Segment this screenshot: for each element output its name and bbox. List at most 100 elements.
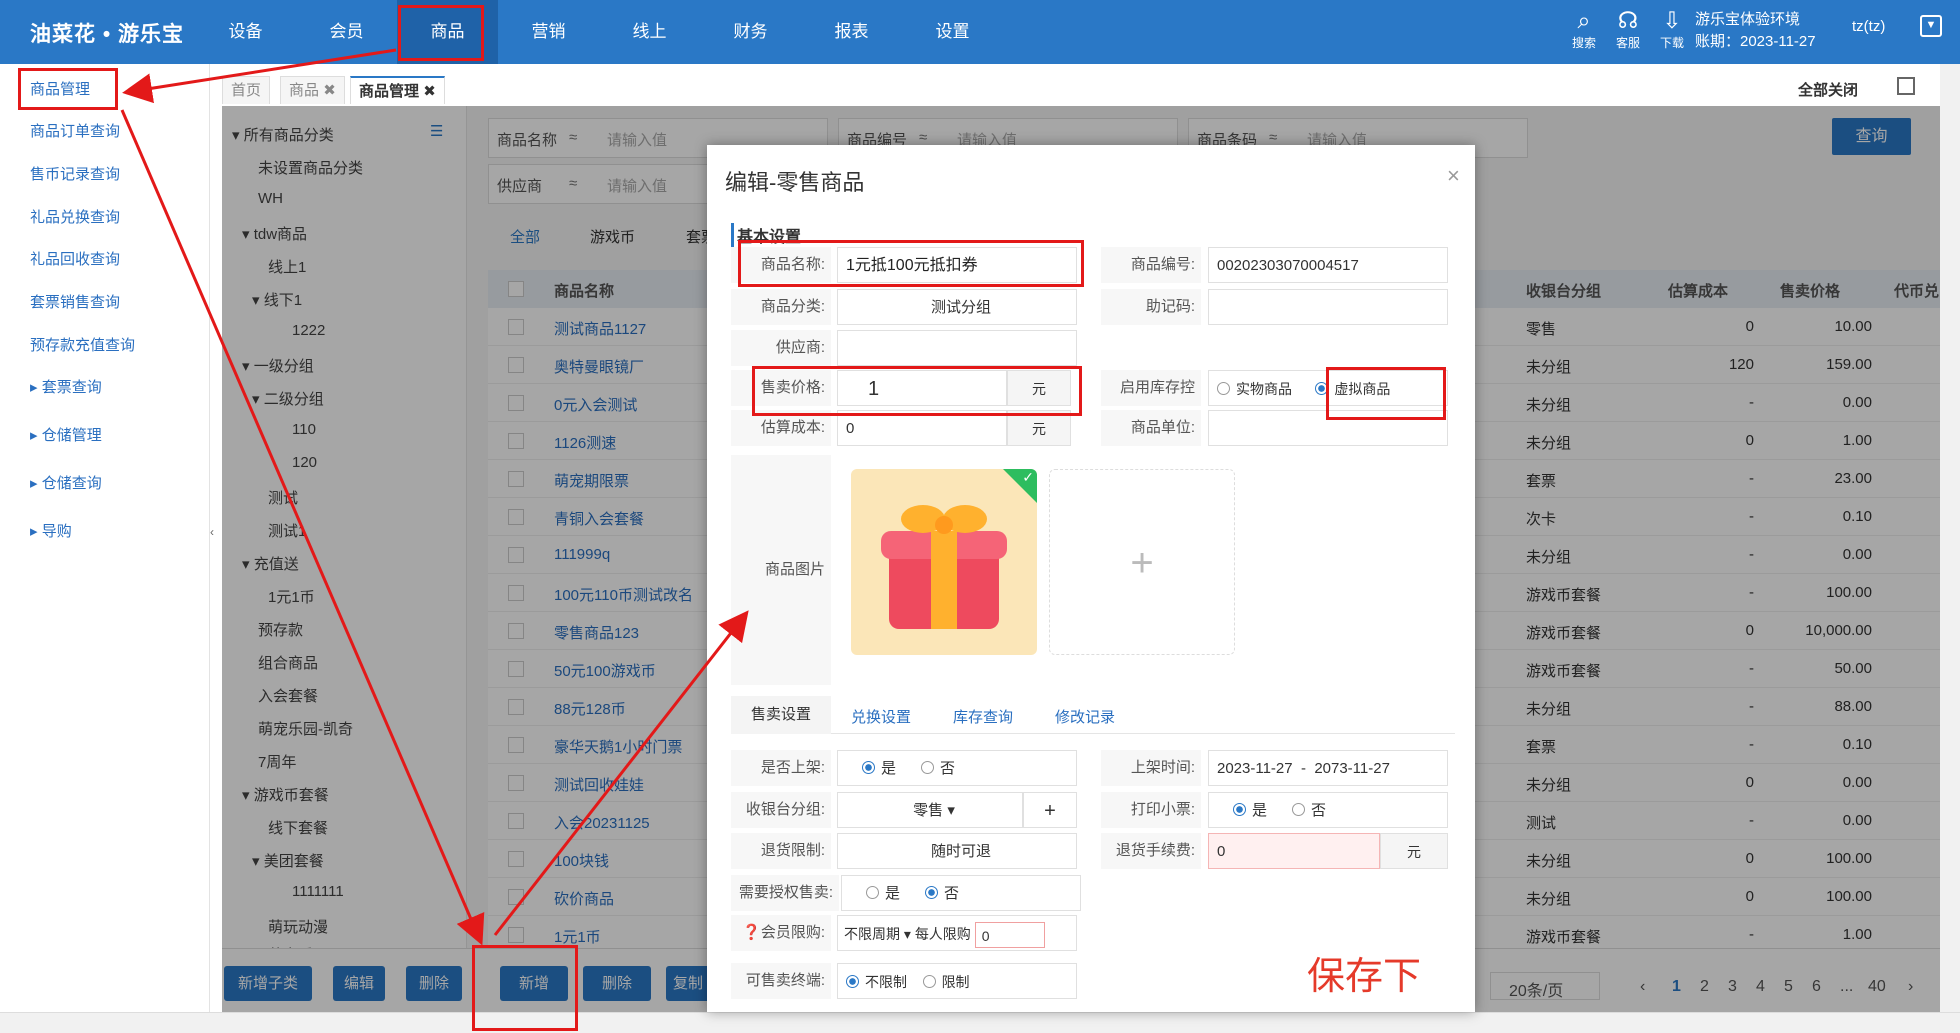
radio-unlimited[interactable]: 不限制	[846, 974, 907, 990]
caret-right-icon: ▸	[30, 427, 42, 444]
limit-period-select[interactable]: 不限周期 ▾	[844, 926, 911, 942]
nav-goods[interactable]: 商品	[397, 0, 498, 64]
radio-physical[interactable]: 实物商品	[1217, 381, 1292, 397]
search-tool[interactable]: ⌕ 搜索	[1566, 6, 1602, 51]
caret-down-icon: ▾	[947, 802, 955, 819]
download-tool[interactable]: ⇩ 下载	[1654, 6, 1690, 51]
caret-right-icon: ▸	[30, 379, 42, 396]
radio-checked-icon	[1233, 803, 1246, 816]
sidebar-item-goods-management[interactable]: 商品管理	[30, 78, 90, 99]
per-person-input[interactable]: 0	[974, 922, 1045, 949]
nav-marketing[interactable]: 营销	[498, 0, 599, 64]
cost-unit: 元	[1007, 410, 1071, 446]
chevron-down-icon[interactable]: ▼	[1920, 15, 1942, 37]
tab-sale-settings[interactable]: 售卖设置	[731, 696, 832, 734]
cost-input[interactable]: 0	[837, 410, 1007, 446]
member-limit-group: 不限周期 ▾ 每人限购 0	[837, 915, 1077, 951]
mnemonic-input[interactable]	[1208, 289, 1448, 325]
radio-no[interactable]: 否	[1292, 802, 1326, 819]
price-input[interactable]: 1	[837, 370, 1007, 406]
headset-icon: ☊	[1617, 7, 1639, 33]
shelf-start-date[interactable]: 2023-11-27	[1217, 760, 1293, 777]
dialog-title: 编辑-零售商品	[725, 170, 865, 195]
vertical-scrollbar[interactable]	[1940, 64, 1960, 1012]
shelf-end-date[interactable]: 2073-11-27	[1314, 760, 1390, 777]
radio-limited[interactable]: 限制	[922, 974, 970, 990]
return-limit-select[interactable]: 随时可退	[837, 833, 1077, 869]
tab-bar	[222, 72, 1960, 106]
radio-label: 不限制	[865, 974, 907, 990]
sidebar-item-package-sales[interactable]: 套票销售查询	[30, 291, 120, 312]
sidebar-item-package-query[interactable]: ▸ 套票查询	[30, 376, 102, 397]
sidebar-item-guide[interactable]: ▸ 导购	[30, 520, 72, 541]
nav-finance[interactable]: 财务	[700, 0, 801, 64]
support-tool[interactable]: ☊ 客服	[1610, 6, 1646, 51]
date-separator: -	[1300, 760, 1306, 777]
nav-device[interactable]: 设备	[195, 0, 296, 64]
sidebar-item-goods-orders[interactable]: 商品订单查询	[30, 120, 120, 141]
sidebar-item-storage-management[interactable]: ▸ 仓储管理	[30, 424, 102, 445]
cashier-group-select[interactable]: 零售 ▾	[837, 792, 1023, 828]
sidebar-item-deposit-recharge[interactable]: 预存款充值查询	[30, 334, 135, 355]
label-cost: 估算成本:	[731, 410, 831, 446]
radio-label: 虚拟商品	[1334, 381, 1391, 397]
sidebar-item-label: 导购	[41, 523, 72, 540]
add-image-button[interactable]: +	[1049, 469, 1235, 655]
sidebar-item-label: 套票查询	[41, 379, 102, 396]
label-return-limit: 退货限制:	[731, 833, 831, 869]
nav-member[interactable]: 会员	[296, 0, 397, 64]
label-goods-code: 商品编号:	[1101, 247, 1201, 283]
nav-online[interactable]: 线上	[599, 0, 700, 64]
horizontal-scrollbar[interactable]	[0, 1012, 1960, 1033]
goods-image[interactable]: ✓	[851, 469, 1037, 655]
accounting-period: 账期：2023-11-27	[1695, 33, 1816, 50]
radio-yes[interactable]: 是	[1233, 802, 1267, 819]
terminal-radio-group: 不限制 限制	[837, 963, 1077, 999]
close-icon[interactable]: ✖	[423, 83, 436, 100]
user-name[interactable]: tz(tz)	[1852, 18, 1885, 35]
radio-no[interactable]: 否	[925, 885, 959, 902]
goods-name-input[interactable]: 1元抵100元抵扣券	[837, 247, 1077, 283]
tab-change-log[interactable]: 修改记录	[1055, 706, 1115, 727]
tab-goods-management[interactable]: 商品管理 ✖	[350, 76, 445, 104]
close-icon[interactable]: ×	[1447, 163, 1460, 189]
sidebar-collapse-icon[interactable]: ‹	[210, 525, 222, 549]
radio-yes[interactable]: 是	[866, 885, 900, 902]
label-cashier-group: 收银台分组:	[731, 792, 831, 828]
tab-home[interactable]: 首页	[222, 76, 271, 104]
label-image: 商品图片	[731, 455, 831, 685]
tab-stock-query[interactable]: 库存查询	[953, 706, 1013, 727]
sidebar-item-storage-query[interactable]: ▸ 仓储查询	[30, 472, 102, 493]
radio-yes[interactable]: 是	[862, 760, 896, 777]
radio-label: 否	[1311, 802, 1327, 819]
radio-no[interactable]: 否	[921, 760, 955, 777]
return-fee-input[interactable]: 0	[1208, 833, 1380, 869]
radio-virtual[interactable]: 虚拟商品	[1315, 381, 1390, 397]
sidebar-item-coin-sales[interactable]: 售币记录查询	[30, 163, 120, 184]
radio-label: 是	[1252, 802, 1268, 819]
category-select[interactable]: 测试分组	[837, 289, 1077, 325]
tab-exchange-settings[interactable]: 兑换设置	[851, 706, 911, 727]
shelf-time-range[interactable]: 2023-11-27 - 2073-11-27	[1208, 750, 1448, 786]
select-value: 零售	[913, 802, 944, 819]
main-nav: 设备 会员 商品 营销 线上 财务 报表 设置	[195, 0, 1003, 64]
radio-icon	[921, 761, 935, 774]
supplier-input[interactable]	[837, 330, 1077, 366]
tab-goods[interactable]: 商品 ✖	[280, 76, 345, 104]
sidebar-item-gift-recycle[interactable]: 礼品回收查询	[30, 248, 120, 269]
close-all-tabs-button[interactable]: 全部关闭	[1798, 79, 1858, 100]
label-member-limit: ❓会员限购:	[731, 915, 831, 951]
sidebar-item-gift-exchange[interactable]: 礼品兑换查询	[30, 206, 120, 227]
label-mnemonic: 助记码:	[1101, 289, 1201, 325]
unit-input[interactable]	[1208, 410, 1448, 446]
nav-settings[interactable]: 设置	[902, 0, 1003, 64]
close-icon[interactable]: ✖	[323, 82, 336, 99]
print-receipt-radio-group: 是 否	[1208, 792, 1448, 828]
fullscreen-icon[interactable]	[1897, 77, 1915, 95]
nav-report[interactable]: 报表	[801, 0, 902, 64]
label-terminal: 可售卖终端:	[731, 963, 831, 999]
label-return-fee: 退货手续费:	[1101, 833, 1201, 869]
radio-checked-icon	[1315, 382, 1329, 395]
goods-code-input[interactable]: 00202303070004517	[1208, 247, 1448, 283]
add-group-button[interactable]: +	[1023, 792, 1077, 828]
